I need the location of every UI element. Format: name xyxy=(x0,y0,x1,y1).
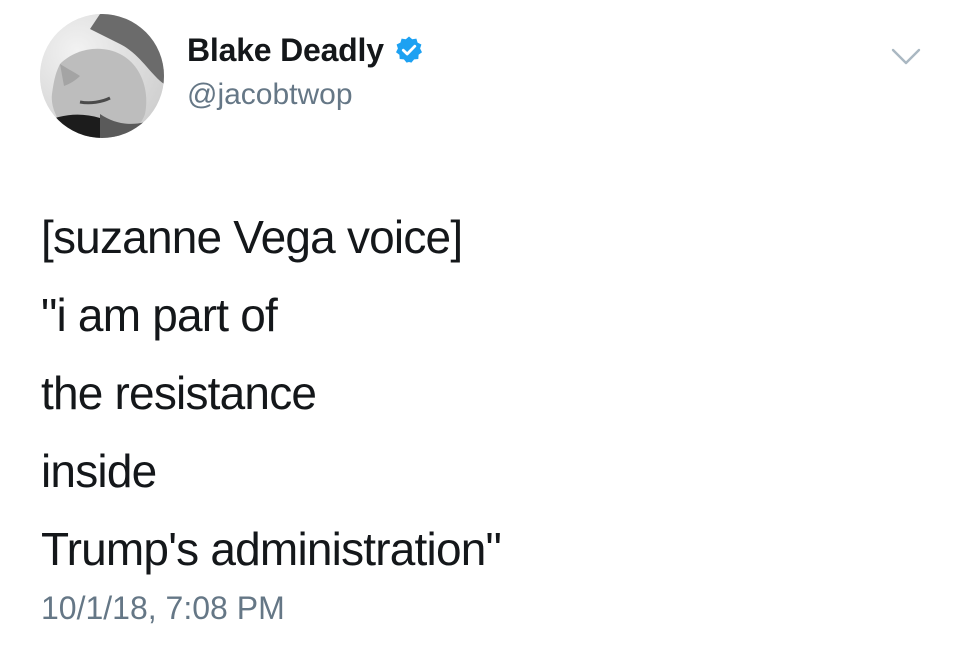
tweet-line: Trump's administration" xyxy=(41,523,502,575)
tweet-card: Blake Deadly @jacobtwop [suzanne Vega vo… xyxy=(0,0,960,667)
display-name-row: Blake Deadly xyxy=(187,30,424,70)
chevron-down-icon[interactable] xyxy=(890,46,922,68)
display-name[interactable]: Blake Deadly xyxy=(187,32,384,69)
profile-photo-icon xyxy=(40,14,164,138)
tweet-line: "i am part of xyxy=(41,289,278,341)
user-handle[interactable]: @jacobtwop xyxy=(187,78,424,112)
tweet-text: [suzanne Vega voice] "i am part of the r… xyxy=(41,198,502,588)
user-header: Blake Deadly @jacobtwop xyxy=(187,30,424,112)
tweet-line: the resistance xyxy=(41,367,317,419)
avatar[interactable] xyxy=(40,14,164,138)
tweet-timestamp[interactable]: 10/1/18, 7:08 PM xyxy=(41,590,285,627)
verified-badge-icon xyxy=(394,35,424,65)
tweet-line: [suzanne Vega voice] xyxy=(41,211,463,263)
tweet-line: inside xyxy=(41,445,157,497)
